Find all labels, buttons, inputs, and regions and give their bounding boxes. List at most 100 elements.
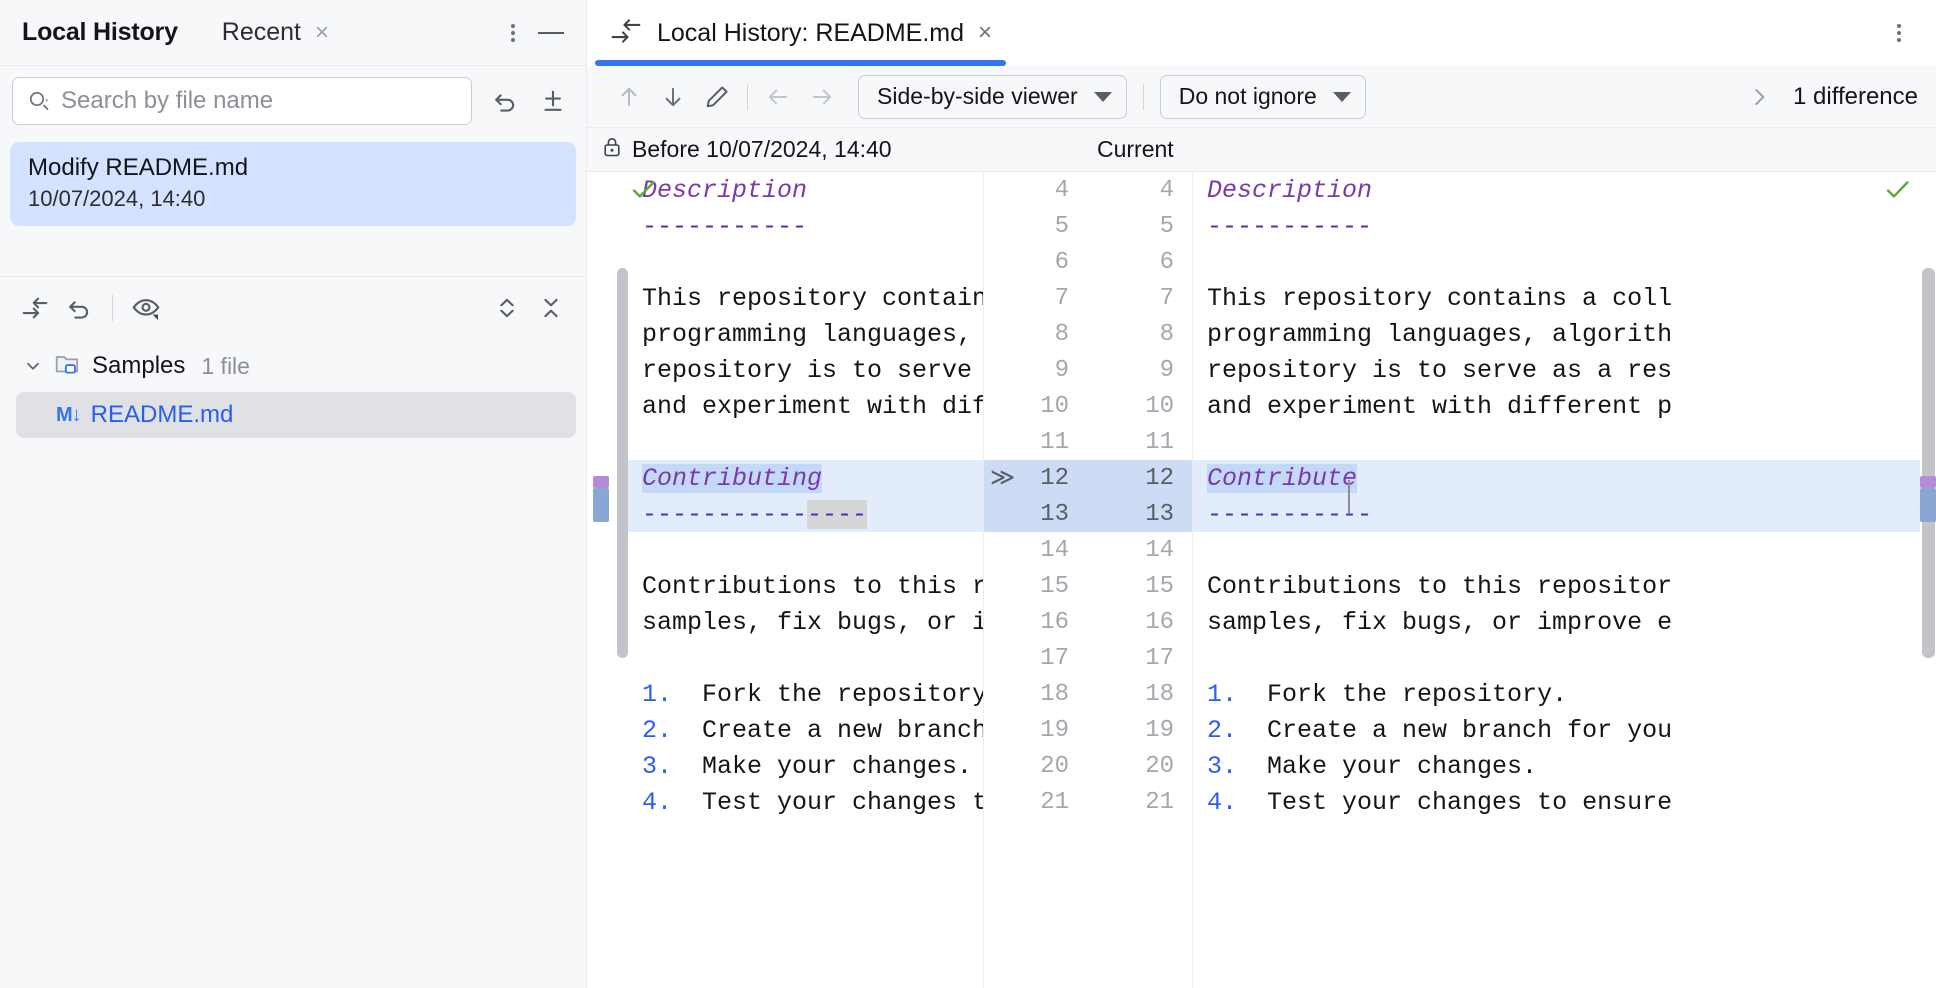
arrow-down-icon[interactable] xyxy=(651,75,695,119)
difference-count: 1 difference xyxy=(1793,83,1918,111)
search-box[interactable] xyxy=(12,77,472,125)
diff-line-left[interactable]: samples, fix bugs, or impro xyxy=(628,604,983,640)
chevron-down-icon[interactable] xyxy=(22,355,44,377)
minimize-icon[interactable] xyxy=(532,14,570,52)
diff-line-left[interactable]: programming languages, algo xyxy=(628,316,983,352)
diff-line-right[interactable]: programming languages, algorith xyxy=(1193,316,1920,352)
diff-line-left[interactable]: Contributions to this repos xyxy=(628,568,983,604)
expand-collapse-icon[interactable] xyxy=(534,82,572,120)
close-icon[interactable]: × xyxy=(315,21,329,45)
arrow-left-icon[interactable] xyxy=(756,75,800,119)
search-input[interactable] xyxy=(61,87,457,115)
tree-file-readme[interactable]: M↓ README.md xyxy=(16,392,576,438)
line-number-right: 6 xyxy=(1087,244,1192,280)
scrollbar-thumb[interactable] xyxy=(1922,268,1935,658)
diff-line-left[interactable]: Description xyxy=(628,172,983,208)
close-icon[interactable]: × xyxy=(978,19,992,47)
line-number-left: 12≫ xyxy=(984,460,1087,496)
diff-line-left[interactable]: 4. Test your changes to en xyxy=(628,784,983,820)
right-code-pane[interactable]: Description-----------This repository co… xyxy=(1193,172,1920,988)
markdown-file-icon: M↓ xyxy=(56,404,81,427)
left-pane-header: Before 10/07/2024, 14:40 xyxy=(587,135,1085,164)
diff-line-left[interactable] xyxy=(628,640,983,676)
revision-title: Modify README.md xyxy=(28,154,558,182)
more-options-icon[interactable] xyxy=(494,14,532,52)
diff-line-right[interactable]: 1. Fork the repository. xyxy=(1193,676,1920,712)
scrollbar-thumb[interactable] xyxy=(617,268,628,658)
diff-line-left[interactable]: --------------- xyxy=(628,496,983,532)
diff-line-left[interactable]: Contributing xyxy=(628,460,983,496)
line-number-right: 20 xyxy=(1087,748,1192,784)
diff-line-right[interactable] xyxy=(1193,640,1920,676)
line-number-right: 14 xyxy=(1087,532,1192,568)
revert-icon[interactable] xyxy=(60,289,98,327)
diff-line-right[interactable]: 3. Make your changes. xyxy=(1193,748,1920,784)
diff-line-right[interactable] xyxy=(1193,532,1920,568)
left-change-gutter[interactable] xyxy=(587,172,615,988)
tree-node-label: Samples xyxy=(92,352,185,380)
diff-line-left[interactable]: 2. Create a new branch for xyxy=(628,712,983,748)
change-chevron-icon[interactable]: ≫ xyxy=(990,463,1015,492)
tab-local-history-readme[interactable]: Local History: README.md × xyxy=(587,0,1014,66)
diff-line-left[interactable]: 1. Fork the repository. xyxy=(628,676,983,712)
diff-line-right[interactable] xyxy=(1193,424,1920,460)
diff-line-right[interactable]: Description xyxy=(1193,172,1920,208)
jump-to-source-icon[interactable] xyxy=(16,289,54,327)
right-pane-header: Current xyxy=(1085,136,1174,163)
diff-line-right[interactable]: Contribute xyxy=(1193,460,1920,496)
diff-line-left[interactable] xyxy=(628,424,983,460)
diff-line-right[interactable]: ----------- xyxy=(1193,208,1920,244)
diff-line-left[interactable]: repository is to serve as a xyxy=(628,352,983,388)
collapse-all-icon[interactable] xyxy=(532,289,570,327)
diff-line-left[interactable]: This repository contains a xyxy=(628,280,983,316)
diff-line-left[interactable]: ----------- xyxy=(628,208,983,244)
change-marker-stripe[interactable] xyxy=(593,476,609,488)
diff-line-right[interactable]: repository is to serve as a res xyxy=(1193,352,1920,388)
change-marker-stripe[interactable] xyxy=(1920,488,1936,522)
chevron-down-icon xyxy=(1094,92,1112,102)
tab-recent[interactable]: Recent × xyxy=(222,18,329,47)
chevron-right-icon[interactable] xyxy=(1737,75,1781,119)
tree-node-samples[interactable]: Samples 1 file xyxy=(0,344,586,388)
arrow-right-icon[interactable] xyxy=(800,75,844,119)
diff-line-right[interactable]: Contributions to this repositor xyxy=(1193,568,1920,604)
change-marker-stripe[interactable] xyxy=(593,488,609,522)
change-marker-stripe[interactable] xyxy=(1920,476,1936,488)
diff-line-right[interactable]: 4. Test your changes to ensure xyxy=(1193,784,1920,820)
whitespace-mode-dropdown[interactable]: Do not ignore xyxy=(1160,75,1366,119)
diff-line-right[interactable]: samples, fix bugs, or improve e xyxy=(1193,604,1920,640)
expand-all-icon[interactable] xyxy=(488,289,526,327)
arrow-up-icon[interactable] xyxy=(607,75,651,119)
viewer-mode-dropdown[interactable]: Side-by-side viewer xyxy=(858,75,1127,119)
diff-line-right[interactable]: 2. Create a new branch for you xyxy=(1193,712,1920,748)
right-editor-scrollbar[interactable] xyxy=(1920,172,1936,988)
diff-line-left[interactable] xyxy=(628,532,983,568)
diff-line-right[interactable]: and experiment with different p xyxy=(1193,388,1920,424)
check-mark-icon xyxy=(1884,176,1912,211)
left-code-pane[interactable]: Description----------- This repository co… xyxy=(628,172,983,988)
diff-line-left[interactable] xyxy=(628,244,983,280)
preview-eye-icon[interactable] xyxy=(127,289,165,327)
revision-item[interactable]: Modify README.md 10/07/2024, 14:40 xyxy=(10,142,576,226)
line-number-right: 15 xyxy=(1087,568,1192,604)
pencil-edit-icon[interactable] xyxy=(695,75,739,119)
toolbar-divider xyxy=(1143,84,1144,110)
diff-line-left[interactable]: and experiment with differe xyxy=(628,388,983,424)
check-mark-icon xyxy=(630,176,658,211)
line-number-right: 7 xyxy=(1087,280,1192,316)
diff-line-right[interactable]: ----------- xyxy=(1193,496,1920,532)
toolbar-divider xyxy=(112,295,113,321)
diff-line-right[interactable] xyxy=(1193,244,1920,280)
diff-toolbar: Side-by-side viewer Do not ignore 1 diff… xyxy=(587,66,1936,128)
line-number-left: 7 xyxy=(984,280,1087,316)
editor-tab-title: Local History: README.md xyxy=(657,19,964,48)
left-editor-scrollbar[interactable] xyxy=(615,172,628,988)
revert-icon[interactable] xyxy=(486,82,524,120)
diff-line-right[interactable]: This repository contains a coll xyxy=(1193,280,1920,316)
line-number-left: 8 xyxy=(984,316,1087,352)
more-options-icon[interactable] xyxy=(1880,14,1918,52)
diff-line-left[interactable]: 3. Make your changes. xyxy=(628,748,983,784)
right-line-numbers: 456789101112131415161718192021 xyxy=(1087,172,1192,988)
line-number-left: 6 xyxy=(984,244,1087,280)
viewer-mode-label: Side-by-side viewer xyxy=(877,83,1078,110)
